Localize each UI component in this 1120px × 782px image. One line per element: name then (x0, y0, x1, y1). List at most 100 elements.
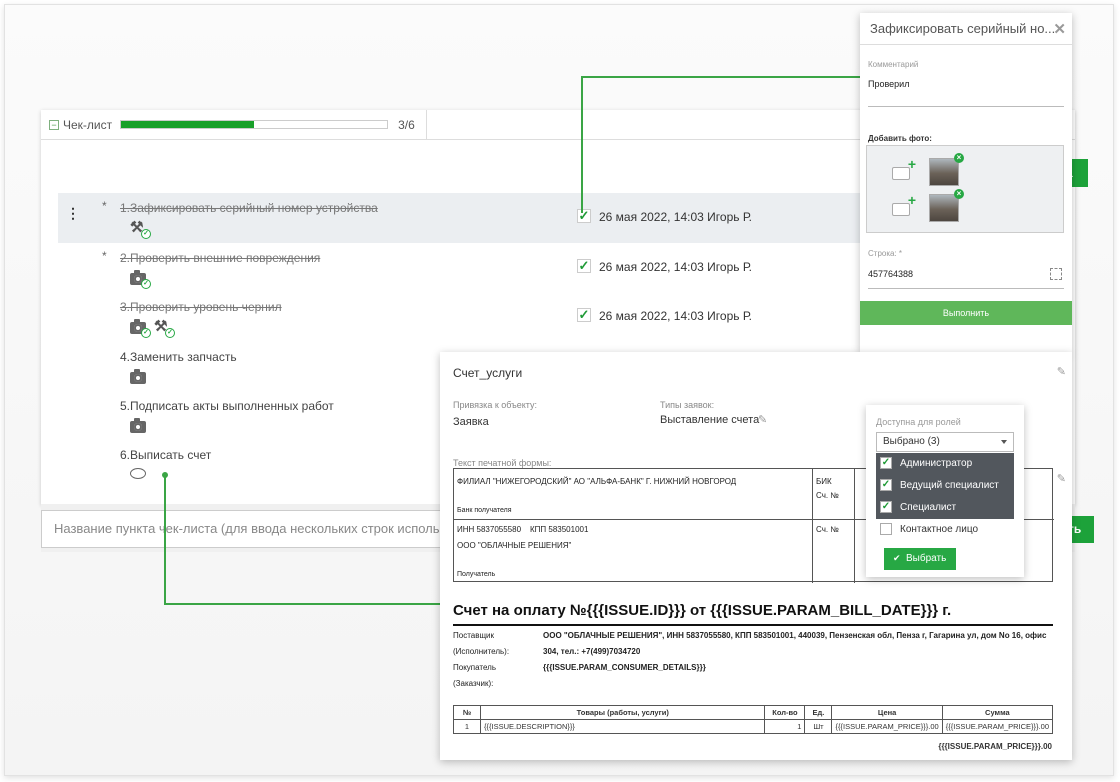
execute-button[interactable]: Выполнить (860, 301, 1072, 325)
item-number: 6. (119, 448, 130, 462)
photo-dropzone[interactable]: + × + × (866, 145, 1064, 233)
close-icon[interactable]: ✕ (1053, 20, 1066, 38)
role-label: Ведущий специалист (900, 480, 999, 491)
roles-selected-value: Выбрано (3) (883, 436, 940, 447)
edit-types-icon[interactable]: ✎ (758, 413, 767, 426)
buyer-value: {{{ISSUE.PARAM_CONSUMER_DETAILS}}} (543, 663, 706, 672)
col-header: Ед. (804, 705, 833, 720)
camera-icon[interactable]: ✓ (130, 270, 151, 289)
col-header: Сумма (941, 705, 1054, 720)
remove-photo-icon[interactable]: × (954, 189, 964, 199)
required-star: * (102, 249, 107, 263)
add-photo-icon[interactable]: + (889, 192, 916, 220)
role-label: Контактное лицо (900, 524, 979, 535)
camera-icon[interactable] (130, 418, 148, 434)
item-title: Заменить запчасть (130, 350, 237, 364)
supplier-label-2: (Исполнитель): (453, 647, 510, 656)
checklist-item-input[interactable]: Название пункта чек-листа (для ввода нес… (41, 510, 461, 548)
role-option[interactable]: Контактное лицо (876, 519, 1014, 541)
connector-line (164, 603, 440, 605)
role-label: Администратор (900, 458, 973, 469)
checklist-progress-bar (120, 120, 389, 129)
tools-icon[interactable]: ⚒ ✓ (154, 319, 175, 338)
checkbox[interactable]: ✓ (880, 479, 892, 491)
checkbox[interactable] (880, 523, 892, 535)
camera-icon[interactable]: ✓ (130, 319, 151, 338)
table-cell: 1 (453, 719, 481, 734)
item-title: Проверить внешние повреждения (130, 251, 321, 265)
checklist-tab-label: Чек-лист (63, 117, 113, 132)
required-star: * (102, 199, 107, 213)
table-cell: {{{ISSUE.PARAM_PRICE}}}.00 (831, 719, 943, 734)
supplier-value-2: 304, тел.: +7(499)7034720 (543, 647, 641, 656)
bank-name: ФИЛИАЛ "НИЖЕГОРОДСКИЙ" АО "АЛЬФА-БАНК" Г… (457, 477, 737, 486)
kpp: КПП 583501001 (530, 525, 589, 534)
col-header: Кол-во (764, 705, 806, 720)
checkbox[interactable]: ✓ (880, 501, 892, 513)
string-underline (868, 288, 1064, 289)
comment-icon[interactable] (130, 467, 148, 483)
chevron-down-icon (1001, 440, 1007, 444)
item-title: Подписать акты выполненных работ (130, 399, 334, 413)
checkbox[interactable]: ✓ (880, 457, 892, 469)
invoice-name: Счет_услуги (453, 366, 523, 380)
buyer-label: Покупатель (453, 663, 496, 672)
collapse-icon[interactable]: − (49, 119, 59, 130)
select-roles-button[interactable]: Выбрать (884, 548, 956, 570)
col-header: Товары (работы, услуги) (479, 705, 766, 720)
item-title: Проверить уровень чернил (130, 300, 282, 314)
item-checkbox[interactable]: ✓ (577, 308, 591, 322)
drag-handle-icon[interactable]: ⋮ (66, 206, 80, 220)
col-header: № (453, 705, 481, 720)
connector-line (164, 475, 166, 605)
item-checkbox[interactable]: ✓ (577, 209, 591, 223)
object-value: Заявка (453, 416, 489, 428)
item-checkbox[interactable]: ✓ (577, 259, 591, 273)
comment-field[interactable]: Проверил (868, 79, 909, 89)
items-table: № Товары (работы, услуги) Кол-во Ед. Цен… (453, 705, 1054, 734)
table-cell: Шт (804, 719, 833, 734)
supplier-value: ООО "ОБЛАЧНЫЕ РЕШЕНИЯ", ИНН 5837055580, … (543, 631, 1047, 640)
types-value: Выставление счета (660, 414, 760, 426)
popup-title: Зафиксировать серийный но... (860, 13, 1072, 45)
item-number: 3. (119, 300, 130, 314)
edit-print-icon[interactable]: ✎ (1057, 472, 1066, 485)
invoice-total: {{{ISSUE.PARAM_PRICE}}}.00 (938, 742, 1052, 751)
string-field[interactable]: 457764388 (868, 269, 913, 279)
remove-photo-icon[interactable]: × (954, 153, 964, 163)
item-number: 2. (119, 251, 130, 265)
invoice-divider (453, 624, 1053, 626)
photo-thumbnail[interactable]: × (929, 153, 964, 186)
account-label: Сч. № (816, 491, 839, 500)
table-cell: {{{ISSUE.DESCRIPTION}}} (479, 719, 766, 734)
table-cell: 1 (764, 719, 806, 734)
edit-icon[interactable]: ✎ (1057, 365, 1066, 378)
role-option[interactable]: ✓ Специалист (876, 497, 1014, 519)
item-title: Зафиксировать серийный номер устройства (130, 201, 378, 215)
checklist-tab[interactable]: − Чек-лист 3/6 (41, 110, 427, 140)
progress-fill (121, 121, 255, 128)
photo-thumbnail[interactable]: × (929, 189, 964, 222)
camera-icon[interactable] (130, 369, 148, 385)
item-number: 1. (119, 201, 130, 215)
connector-line (581, 76, 583, 213)
add-photo-icon[interactable]: + (889, 156, 916, 184)
item-completed-meta: 26 мая 2022, 14:03 Игорь Р. (599, 210, 752, 224)
role-option[interactable]: ✓ Ведущий специалист (876, 475, 1014, 497)
connector-line (581, 76, 861, 78)
print-form-label: Текст печатной формы: (453, 458, 552, 468)
recipient-label: Получатель (457, 571, 496, 578)
qr-code-icon[interactable] (1050, 268, 1062, 280)
photo-label: Добавить фото: (868, 134, 932, 143)
item-number: 4. (119, 350, 130, 364)
role-label: Специалист (900, 502, 957, 513)
item-completed-meta: 26 мая 2022, 14:03 Игорь Р. (599, 260, 752, 274)
organization: ООО "ОБЛАЧНЫЕ РЕШЕНИЯ" (457, 541, 572, 550)
account-label-2: Сч. № (816, 525, 839, 534)
tools-icon[interactable]: ⚒ ✓ (130, 220, 151, 239)
string-label: Строка: * (868, 249, 903, 258)
supplier-label: Поставщик (453, 631, 495, 640)
roles-select[interactable]: Выбрано (3) (876, 432, 1014, 452)
role-option[interactable]: ✓ Администратор (876, 453, 1014, 475)
comment-underline (868, 106, 1064, 107)
